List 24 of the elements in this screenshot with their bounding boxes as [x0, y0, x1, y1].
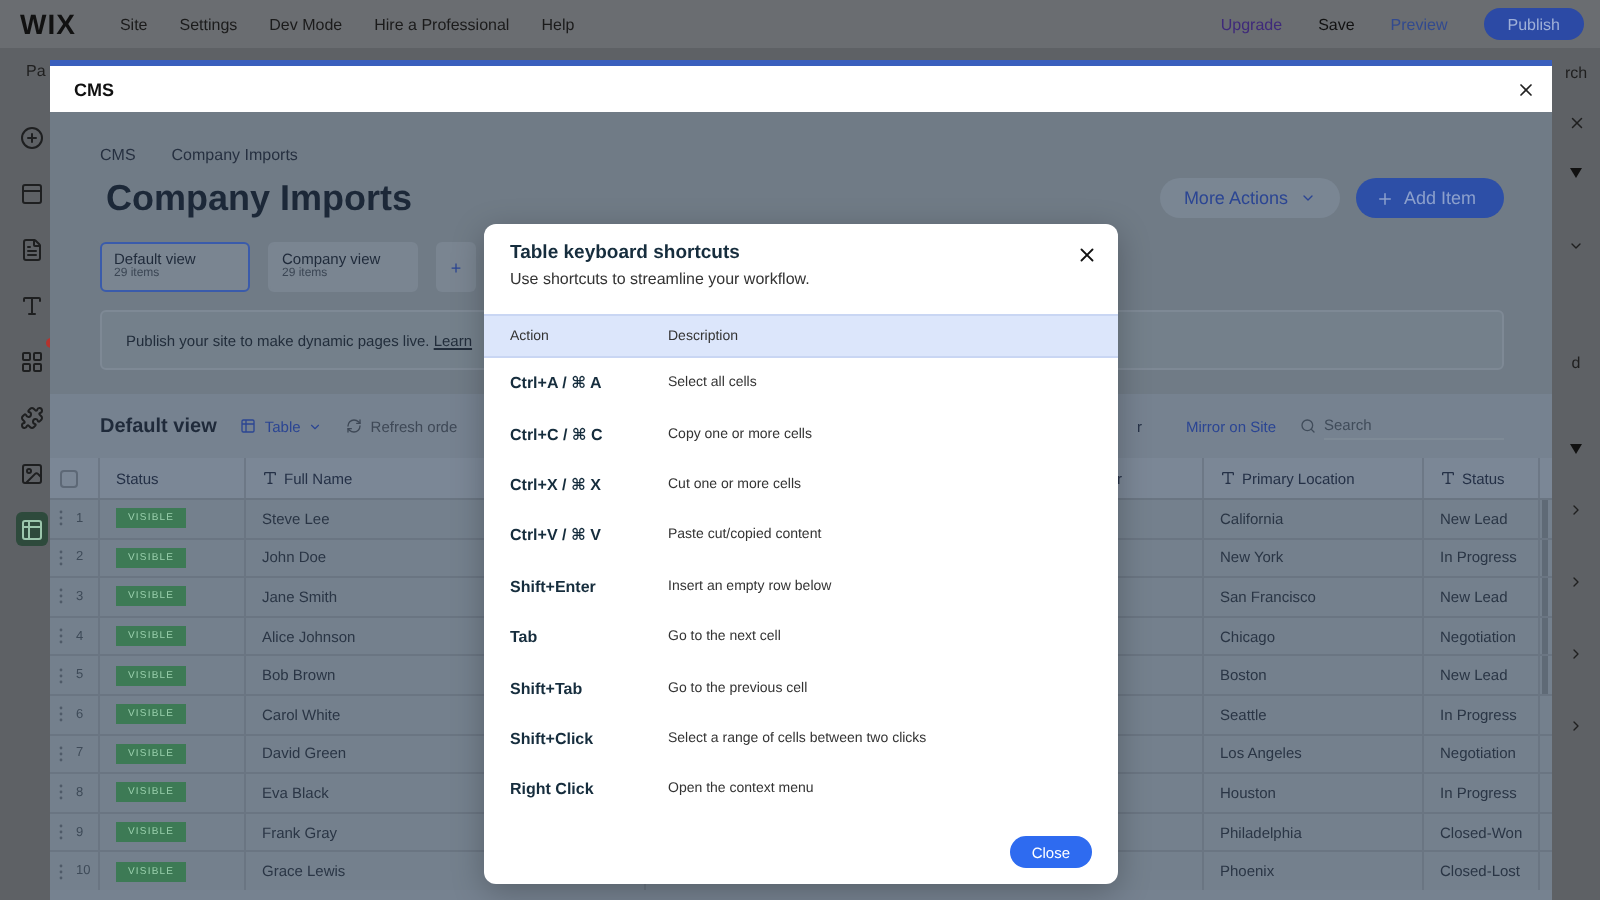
shortcut-keys: Ctrl+C / ⌘ C	[484, 408, 668, 460]
menu-item[interactable]: Site	[119, 15, 148, 33]
breadcrumb-item[interactable]: CMS	[100, 145, 136, 163]
page-title: Company Imports	[104, 177, 415, 219]
publish-button[interactable]: Publish	[1483, 8, 1584, 40]
menu-item[interactable]: Hire a Professional	[374, 15, 510, 33]
upgrade-link[interactable]: Upgrade	[1220, 15, 1283, 33]
view-title: Default view	[100, 415, 217, 437]
menu-item[interactable]: Settings	[179, 15, 238, 33]
shortcut-keys: Ctrl+A / ⌘ A	[484, 358, 668, 409]
menu-item[interactable]: Dev Mode	[269, 15, 343, 33]
logo[interactable]: WIX	[20, 8, 76, 40]
dialog-title: Table keyboard shortcuts	[510, 242, 742, 264]
menu-item[interactable]: Help	[541, 15, 575, 33]
panel-title: CMS	[74, 79, 114, 99]
tab-label[interactable]: Pa	[26, 61, 46, 79]
breadcrumb-item: Company Imports	[171, 145, 298, 163]
panel-text: d	[1571, 354, 1581, 372]
add-view-button[interactable]: +	[436, 242, 476, 292]
tab-label[interactable]: rch	[1564, 64, 1588, 82]
dialog-subtitle: Use shortcuts to streamline your workflow.	[510, 270, 810, 288]
save-link[interactable]: Save	[1318, 15, 1355, 33]
add-item-button[interactable]: Add Item	[1355, 178, 1504, 218]
more-actions-button[interactable]: More Actions	[1159, 178, 1340, 218]
